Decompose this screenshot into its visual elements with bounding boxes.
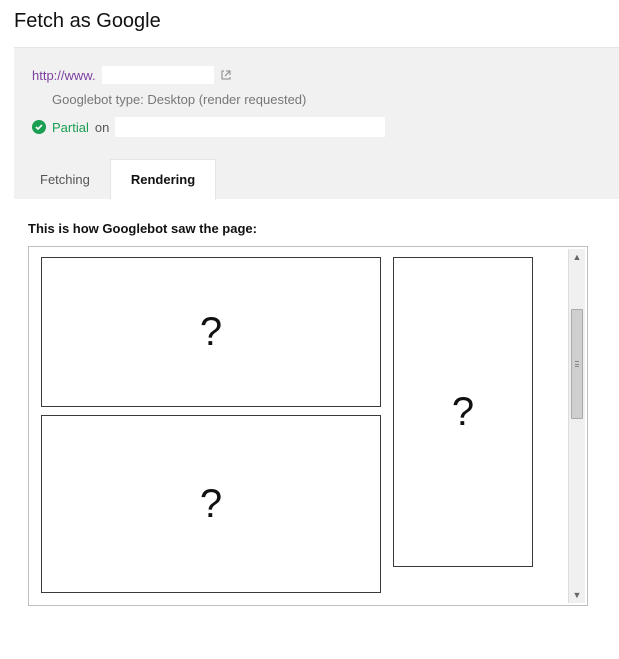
tabs: Fetching Rendering [14, 159, 619, 199]
scroll-down-icon[interactable]: ▼ [569, 587, 585, 603]
check-icon [32, 120, 46, 134]
page-title: Fetch as Google [0, 0, 619, 47]
render-section: This is how Googlebot saw the page: ? ? … [0, 199, 619, 616]
status-row: Partial on [32, 117, 601, 137]
url-mask [102, 66, 214, 84]
tab-fetching[interactable]: Fetching [20, 160, 110, 199]
placeholder-block: ? [41, 415, 381, 593]
status-on-label: on [95, 120, 109, 135]
render-heading: This is how Googlebot saw the page: [28, 221, 605, 236]
googlebot-type: Googlebot type: Desktop (render requeste… [52, 92, 601, 107]
info-panel: http://www. Googlebot type: Desktop (ren… [14, 47, 619, 199]
render-preview: ? ? ? ▲ ▼ [28, 246, 588, 606]
placeholder-block: ? [393, 257, 533, 567]
url-row: http://www. [32, 66, 601, 84]
scrollbar[interactable]: ▲ ▼ [568, 249, 585, 603]
scroll-thumb[interactable] [571, 309, 583, 419]
status-text: Partial [52, 120, 89, 135]
placeholder-block: ? [41, 257, 381, 407]
external-link-icon[interactable] [220, 69, 232, 81]
tab-rendering[interactable]: Rendering [110, 159, 216, 200]
url-link[interactable]: http://www. [32, 68, 96, 83]
scroll-up-icon[interactable]: ▲ [569, 249, 585, 265]
status-date-mask [115, 117, 385, 137]
